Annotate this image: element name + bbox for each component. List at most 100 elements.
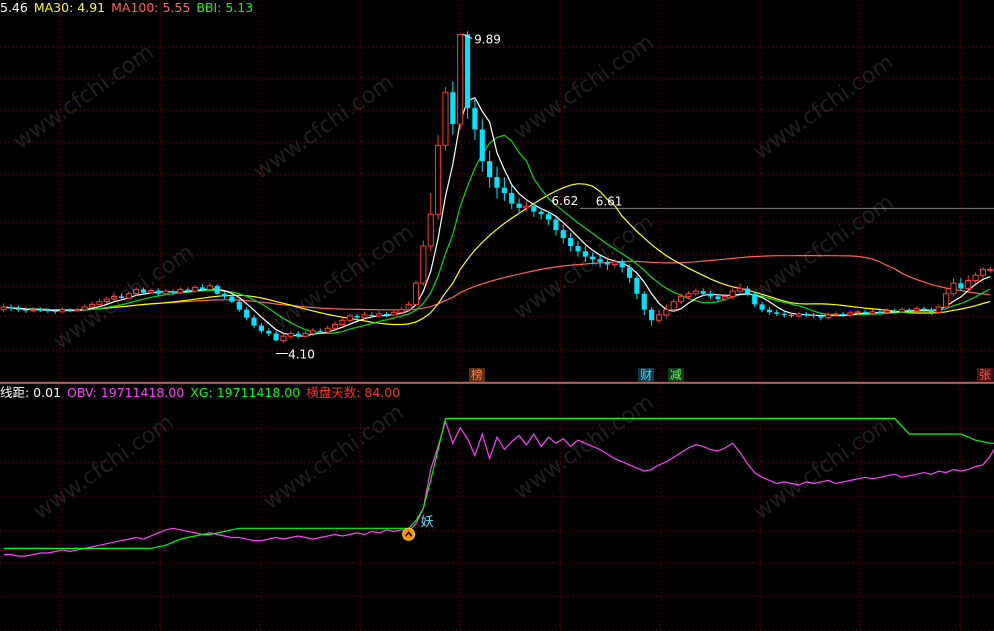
candle-body — [560, 230, 566, 239]
candle-body — [928, 309, 934, 313]
candle-body — [921, 308, 927, 310]
candle-body — [759, 304, 765, 310]
chart-svg: 9.89 6.62 6.61 4.10 www.cfchi.com www.cfchi.c… — [0, 0, 994, 631]
candle-body — [965, 280, 972, 289]
legend-bbi: BBI: 5.13 — [196, 0, 254, 15]
candle-body — [847, 312, 854, 316]
candle-body — [287, 333, 294, 337]
candle-body — [15, 308, 21, 310]
candle-body — [229, 296, 235, 302]
candle-body — [361, 314, 368, 319]
candle-body — [715, 296, 721, 300]
watermark-text: www.cfchi.com — [259, 400, 408, 515]
candle-body — [324, 327, 331, 333]
candle-body — [30, 309, 37, 312]
candle-body — [729, 290, 736, 297]
legend-close: 5.46 — [0, 0, 28, 15]
candle-body — [412, 282, 420, 305]
candle-body — [898, 309, 906, 313]
legend-flat-days: 横盘天数: 84.00 — [306, 385, 401, 400]
marker-bang[interactable]: 榜 — [468, 368, 485, 382]
candle-body — [390, 311, 397, 316]
candle-body — [958, 283, 964, 289]
candle-body — [192, 286, 199, 292]
candle-body — [435, 144, 442, 215]
candle-body — [280, 335, 287, 341]
candle-body — [862, 311, 868, 314]
candle-body — [266, 330, 272, 334]
candle-body — [501, 187, 507, 193]
candle-body — [811, 314, 817, 317]
candle-body — [700, 291, 706, 294]
candle-body — [685, 293, 692, 297]
annotation-low-label: 4.10 — [288, 347, 315, 361]
main-legend: 5.46 MA30: 4.91 MA100: 5.55 BBI: 5.13 — [0, 0, 259, 16]
watermark-text: www.cfchi.com — [249, 70, 398, 185]
candle-body — [906, 309, 912, 311]
candle-body — [553, 219, 559, 231]
candle-body — [884, 310, 891, 313]
candle-body — [655, 314, 663, 321]
candle-body — [376, 313, 383, 317]
candle-body — [795, 313, 802, 317]
candle-body — [692, 290, 699, 295]
candle-body — [244, 309, 250, 318]
candle-body — [670, 301, 677, 311]
candle-body — [611, 261, 618, 266]
legend-line-distance: 线距: 0.01 — [0, 385, 62, 400]
watermark-text: www.cfchi.com — [9, 40, 158, 155]
legend-ma100: MA100: 5.55 — [111, 0, 191, 15]
candle-body — [781, 313, 787, 315]
candle-body — [317, 330, 323, 332]
candle-body — [162, 290, 169, 295]
candle-body — [736, 287, 744, 292]
candle-body — [67, 309, 73, 311]
candle-body — [331, 324, 339, 329]
candle-body — [37, 309, 44, 311]
candle-body — [170, 291, 176, 293]
annotation-price-label: 6.61 — [596, 194, 623, 208]
candle-body — [531, 206, 537, 212]
candle-body — [339, 319, 346, 326]
candle-body — [935, 306, 942, 313]
candle-body — [663, 309, 670, 316]
candle-body — [840, 313, 846, 315]
watermark-text: www.cfchi.com — [749, 50, 898, 165]
candle-body — [236, 301, 242, 310]
candle-body — [52, 310, 58, 312]
marker-jian[interactable]: 减 — [667, 368, 684, 382]
candle-body — [295, 333, 301, 337]
candle-body — [538, 211, 544, 215]
candle-body — [568, 238, 574, 247]
watermark-text: www.cfchi.com — [749, 410, 898, 525]
candle-body — [479, 129, 485, 162]
legend-ma30: MA30: 4.91 — [33, 0, 106, 15]
candle-body — [185, 289, 191, 292]
candle-body — [641, 293, 647, 310]
annotation-high-label: 9.89 — [474, 32, 501, 46]
marker-zhang[interactable]: 张 — [976, 368, 993, 382]
marker-cai[interactable]: 财 — [638, 368, 655, 382]
candle-body — [854, 311, 861, 314]
candle-body — [8, 307, 14, 309]
candle-body — [221, 293, 228, 297]
candle-body — [302, 333, 309, 337]
candle-body — [59, 309, 66, 313]
candle-body — [516, 203, 522, 208]
watermark-text: www.cfchi.com — [749, 190, 898, 305]
candle-body — [972, 274, 979, 281]
candle-body — [199, 287, 206, 290]
annotation-price-label: 6.62 — [552, 194, 579, 208]
candle-body — [677, 295, 685, 303]
legend-xg: XG: 19711418.00 — [190, 385, 301, 400]
signal-icon — [402, 527, 416, 541]
watermark-text: www.cfchi.com — [29, 410, 178, 525]
candle-body — [177, 289, 184, 294]
candle-body — [892, 310, 898, 312]
candle-body — [803, 313, 809, 315]
candle-body — [398, 309, 405, 313]
candle-body — [251, 317, 257, 326]
candle-body — [472, 108, 478, 130]
signal-yao-label: 妖 — [420, 515, 434, 531]
candle-body — [619, 261, 625, 268]
